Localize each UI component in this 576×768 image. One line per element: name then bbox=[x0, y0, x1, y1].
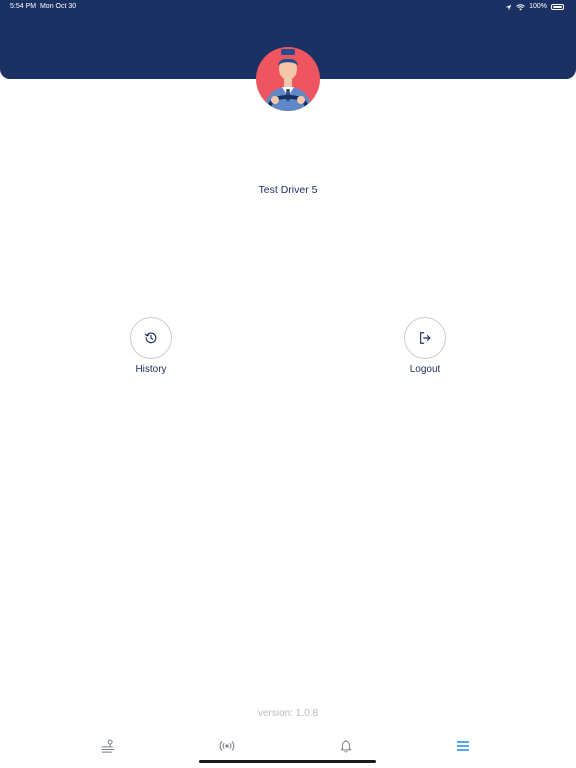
history-action[interactable]: History bbox=[106, 317, 196, 375]
broadcast-icon bbox=[219, 741, 235, 751]
location-arrow-icon bbox=[505, 4, 512, 10]
home-indicator[interactable] bbox=[199, 760, 376, 763]
status-time: 5:54 PM bbox=[10, 3, 37, 10]
wifi-icon bbox=[516, 3, 525, 10]
status-indicators: 100% bbox=[505, 0, 564, 14]
version-text: version: 1.0.8 bbox=[257, 708, 319, 719]
bell-icon bbox=[340, 740, 352, 753]
tab-broadcast[interactable] bbox=[215, 736, 239, 756]
driver-name: Test Driver 5 bbox=[258, 184, 318, 196]
driver-avatar[interactable] bbox=[256, 47, 320, 111]
tab-notifications[interactable] bbox=[334, 736, 358, 756]
logout-label: Logout bbox=[409, 364, 441, 375]
logout-icon bbox=[420, 332, 431, 344]
tab-bar bbox=[0, 732, 576, 760]
history-label: History bbox=[135, 364, 167, 375]
battery-level bbox=[553, 6, 562, 8]
status-date: Mon Oct 30 bbox=[39, 3, 77, 10]
route-icon bbox=[101, 739, 115, 753]
logout-button[interactable] bbox=[404, 317, 446, 359]
status-bar: 5:54 PM Mon Oct 30 100% bbox=[0, 0, 576, 14]
tab-menu[interactable] bbox=[451, 736, 475, 756]
history-button[interactable] bbox=[130, 317, 172, 359]
logout-action[interactable]: Logout bbox=[380, 317, 470, 375]
tab-routes[interactable] bbox=[96, 736, 120, 756]
menu-icon bbox=[457, 741, 469, 751]
battery-percent: 100% bbox=[529, 3, 547, 10]
battery-icon bbox=[551, 4, 564, 10]
status-time-date: 5:54 PM Mon Oct 30 bbox=[10, 0, 76, 14]
history-icon bbox=[144, 332, 157, 344]
